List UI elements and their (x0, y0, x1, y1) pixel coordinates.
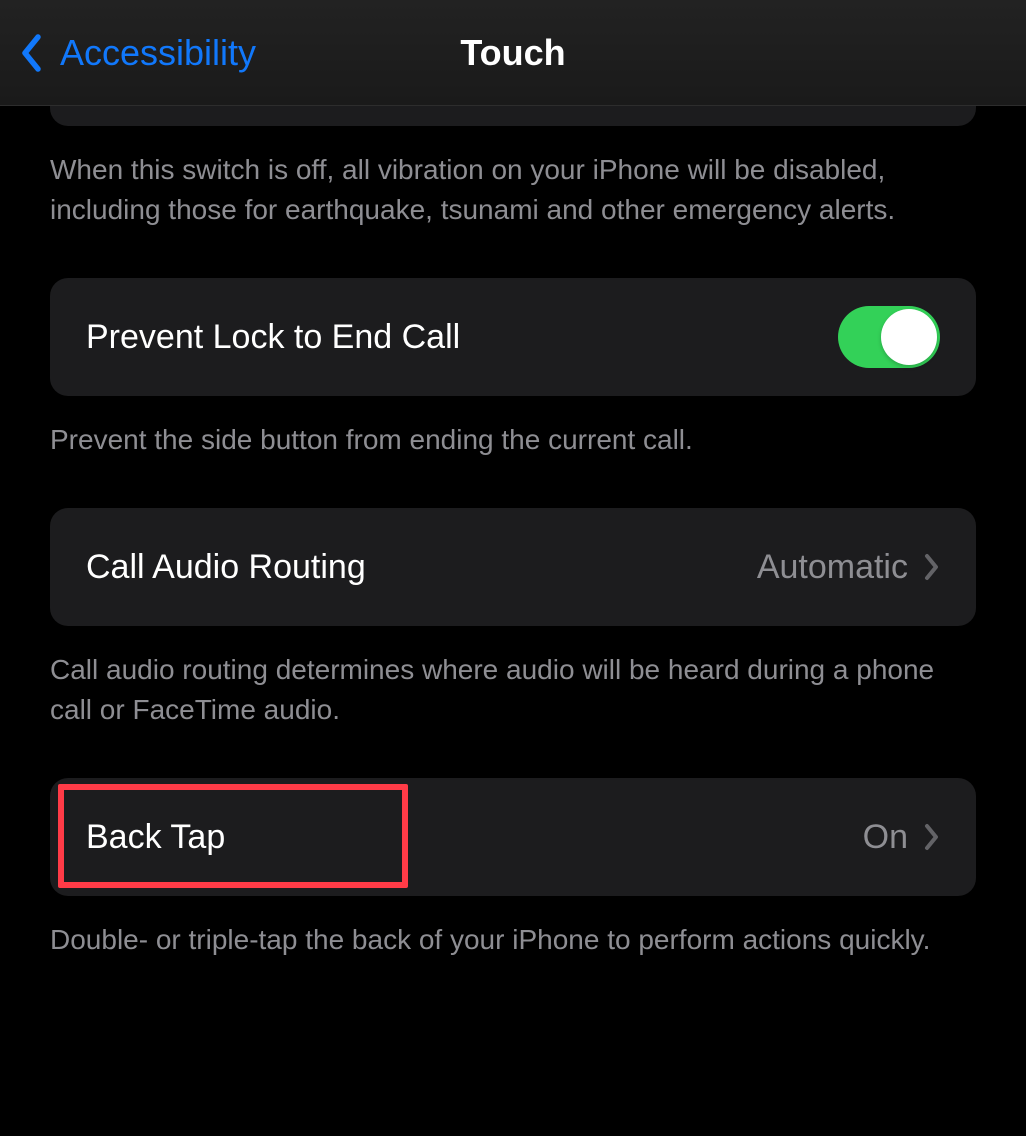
chevron-right-icon (924, 823, 940, 851)
back-button[interactable]: Accessibility (0, 32, 256, 74)
prevent-lock-cell[interactable]: Prevent Lock to End Call (50, 278, 976, 396)
call-audio-group: Call Audio Routing Automatic (50, 508, 976, 626)
back-tap-label: Back Tap (86, 818, 225, 857)
prevent-lock-toggle[interactable] (838, 306, 940, 368)
prevent-lock-footer: Prevent the side button from ending the … (50, 420, 976, 508)
call-audio-value: Automatic (757, 548, 908, 587)
back-tap-group: Back Tap On (50, 778, 976, 896)
chevron-left-icon (20, 34, 42, 72)
back-tap-footer: Double- or triple-tap the back of your i… (50, 920, 976, 1008)
call-audio-cell[interactable]: Call Audio Routing Automatic (50, 508, 976, 626)
call-audio-footer: Call audio routing determines where audi… (50, 650, 976, 778)
back-label: Accessibility (60, 32, 256, 74)
call-audio-label: Call Audio Routing (86, 548, 366, 587)
chevron-right-icon (924, 553, 940, 581)
page-title: Touch (460, 32, 565, 74)
prevent-lock-label: Prevent Lock to End Call (86, 318, 460, 357)
back-tap-value: On (863, 818, 908, 857)
vibration-footer: When this switch is off, all vibration o… (50, 150, 976, 278)
navigation-bar: Accessibility Touch (0, 0, 1026, 106)
previous-group-bottom (50, 106, 976, 126)
prevent-lock-group: Prevent Lock to End Call (50, 278, 976, 396)
back-tap-cell[interactable]: Back Tap On (50, 778, 976, 896)
toggle-knob (881, 309, 937, 365)
